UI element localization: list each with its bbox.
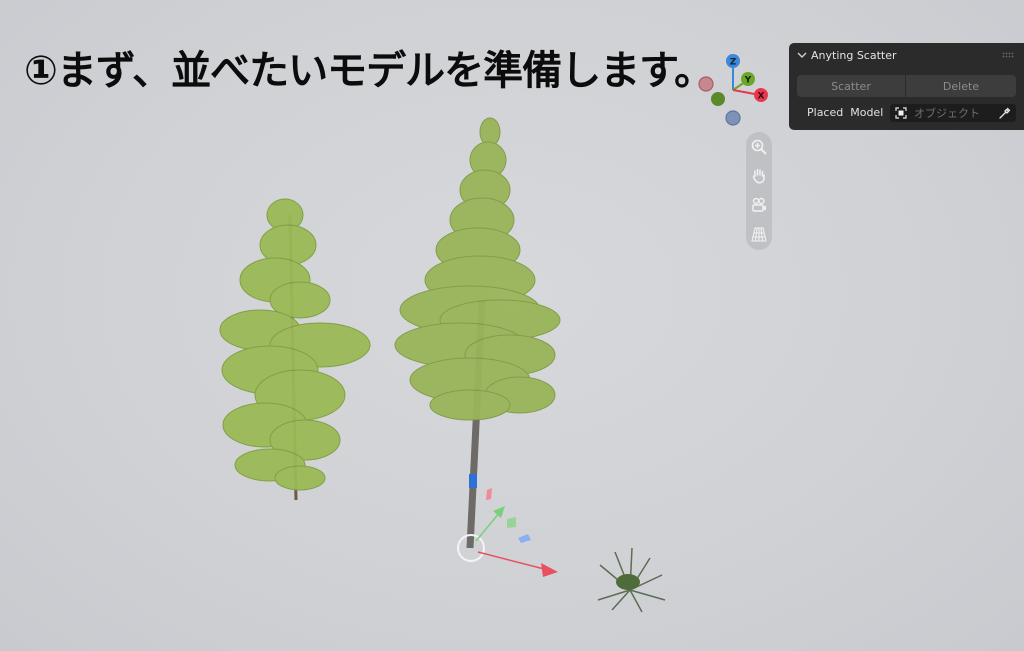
eyedropper-icon[interactable] (998, 106, 1012, 120)
pan-hand-icon[interactable] (748, 165, 770, 187)
delete-button[interactable]: Delete (906, 75, 1016, 97)
panel-header[interactable]: Anyting Scatter (789, 43, 1024, 67)
chevron-down-icon[interactable] (795, 48, 809, 62)
viewport-nav-toolbar (746, 132, 772, 250)
zoom-icon[interactable] (748, 136, 770, 158)
gizmo-x-label: X (758, 92, 765, 102)
placed-model-field[interactable]: オブジェクト (890, 104, 1016, 122)
gizmo-z-axis[interactable]: Z (726, 54, 740, 68)
scatter-button[interactable]: Scatter (797, 75, 905, 97)
gizmo-x-axis[interactable]: X (754, 88, 768, 102)
placed-model-label: Placed Model (807, 106, 884, 119)
gizmo-y-label: Y (744, 76, 752, 86)
pine-tree-tall[interactable] (394, 117, 561, 549)
instruction-caption: ①まず、並べたいモデルを準備します。 (24, 48, 714, 94)
anyting-scatter-panel: Anyting Scatter Scatter Delete Placed Mo… (789, 43, 1024, 130)
pine-tree-small[interactable] (219, 198, 371, 501)
grid-perspective-icon[interactable] (748, 223, 770, 245)
drag-grip-icon[interactable] (1002, 52, 1014, 58)
camera-icon[interactable] (748, 194, 770, 216)
gizmo-z-label: Z (730, 58, 737, 68)
navigation-gizmo[interactable]: Z Y X (694, 50, 774, 130)
object-icon (895, 107, 907, 119)
object-placeholder: オブジェクト (914, 107, 980, 120)
panel-title: Anyting Scatter (811, 48, 897, 62)
gizmo-y-axis[interactable]: Y (741, 72, 755, 86)
fern-plant[interactable] (597, 547, 666, 613)
